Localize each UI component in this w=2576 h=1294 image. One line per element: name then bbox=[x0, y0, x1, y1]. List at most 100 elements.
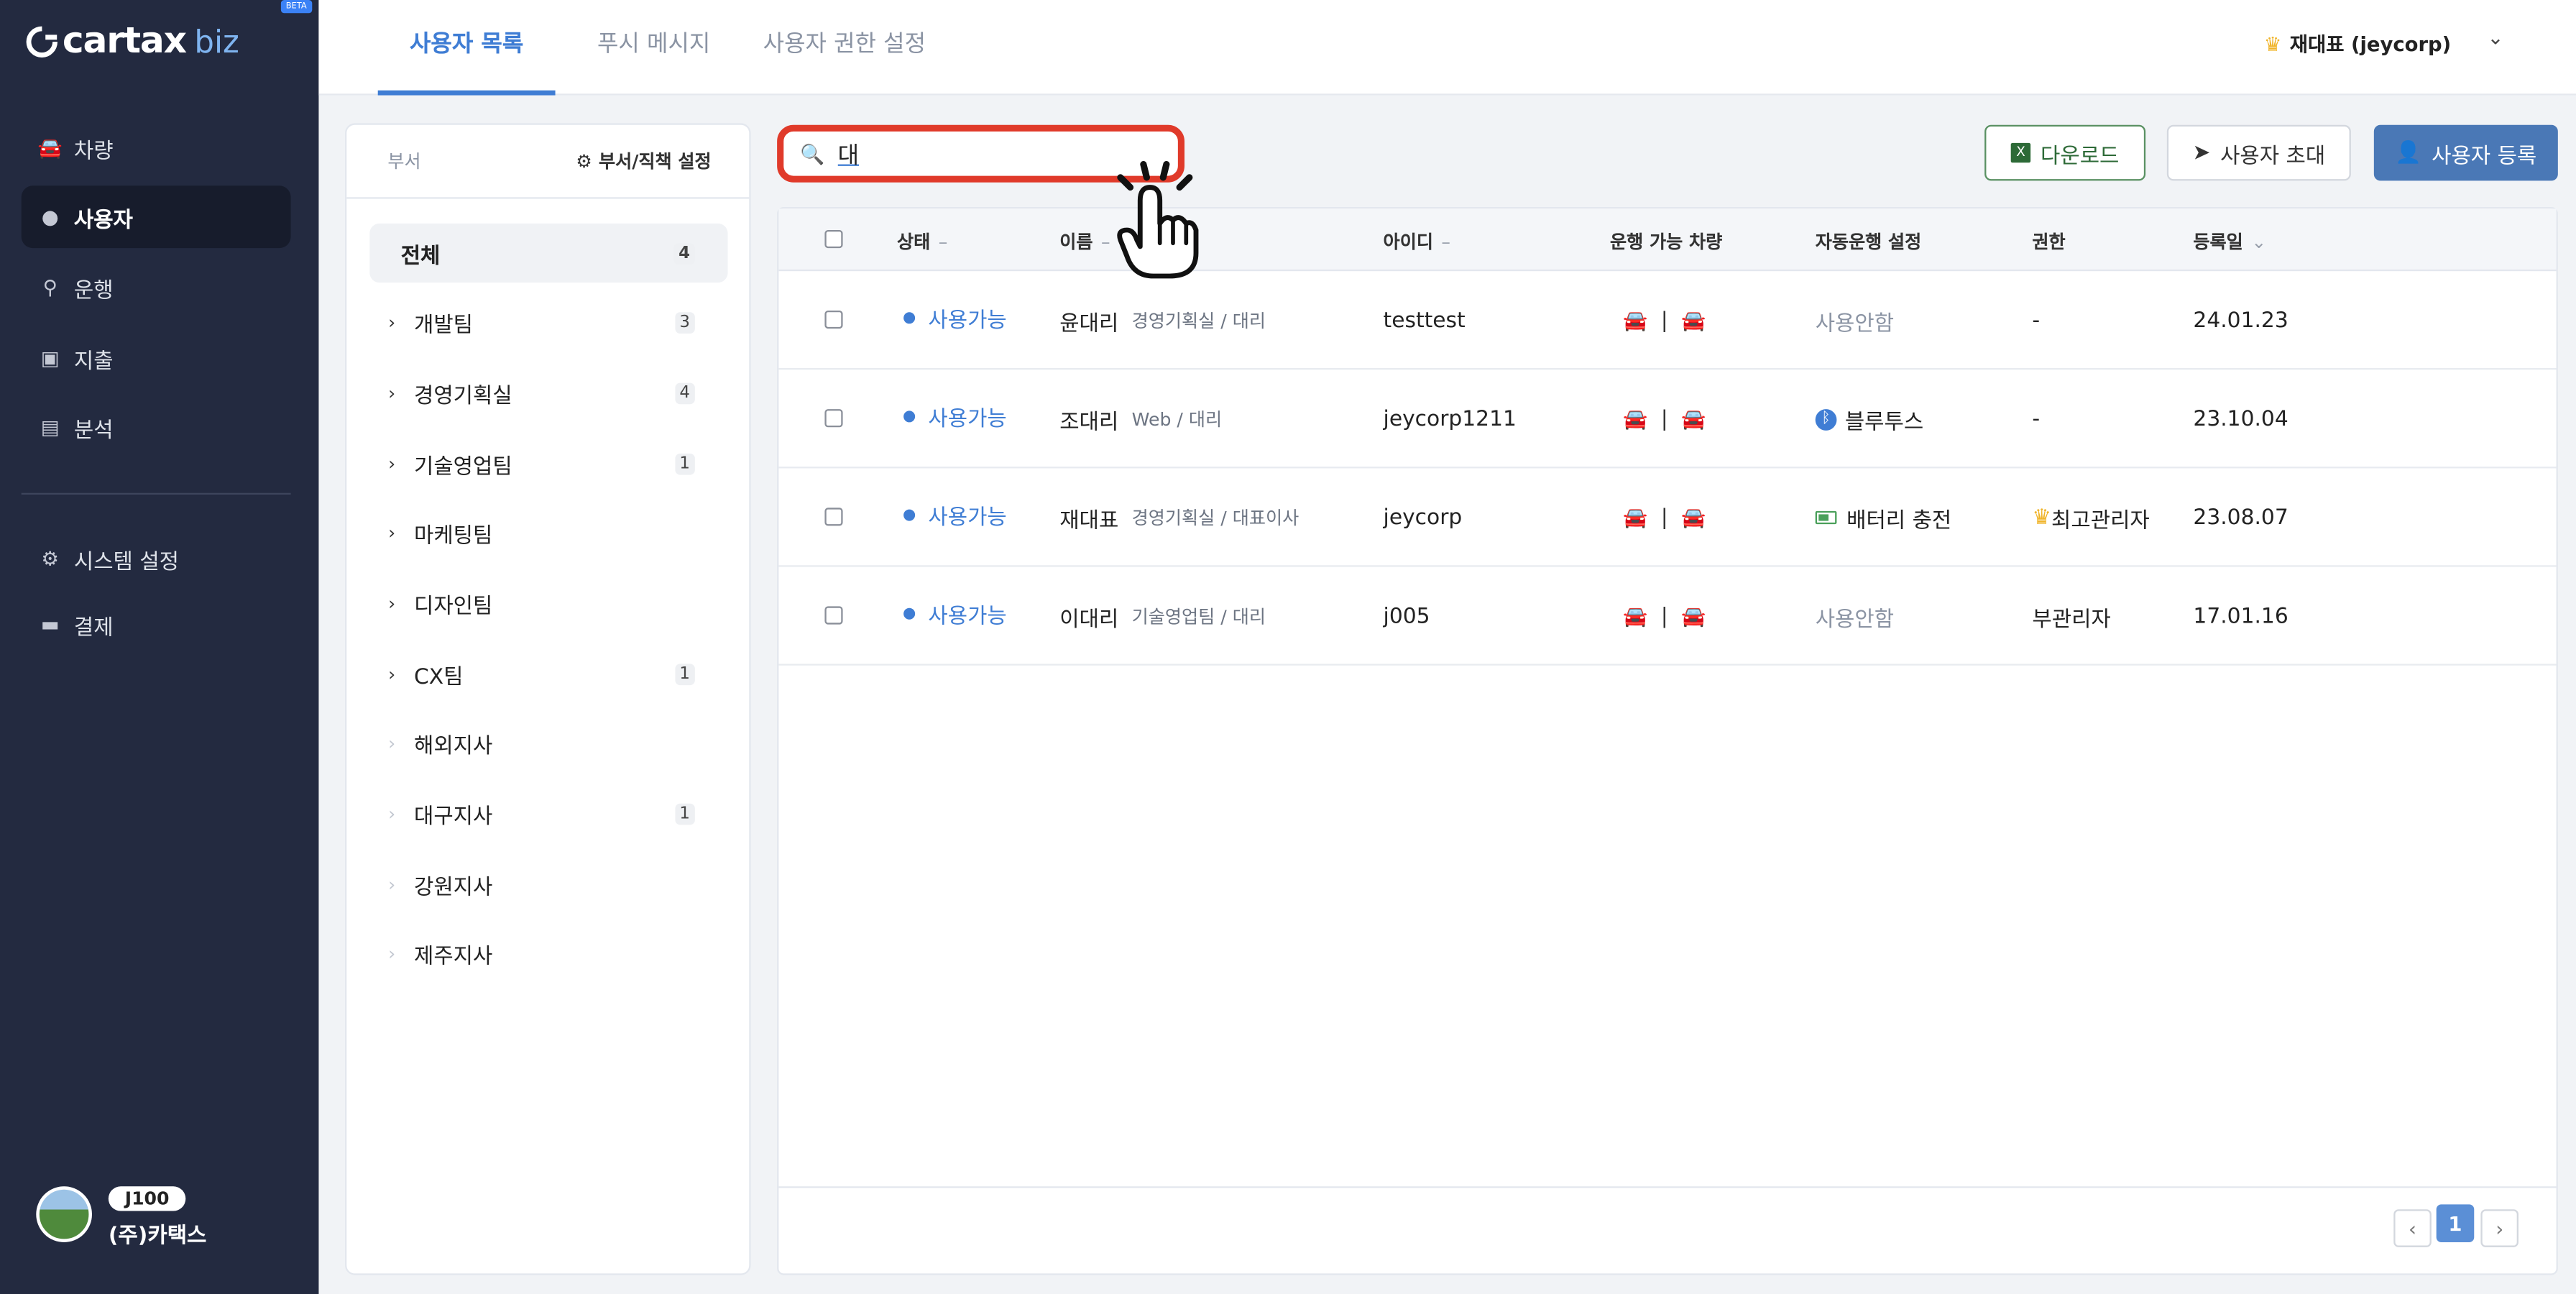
user-name: 이대리 bbox=[1059, 607, 1119, 632]
vehicles-cell: 🚘 | 🚘 bbox=[1623, 308, 1706, 333]
sidebar-item-vehicles[interactable]: 🚘 차량 bbox=[22, 116, 291, 179]
sidebar-item-label: 지출 bbox=[73, 349, 114, 374]
status-text: 사용가능 bbox=[928, 406, 1007, 431]
status-cell: 사용가능 bbox=[903, 367, 1007, 465]
dept-label: 마케팅팀 bbox=[413, 523, 493, 549]
avatar bbox=[36, 1186, 92, 1242]
department-settings-button[interactable]: ⚙ 부서/직책 설정 bbox=[576, 148, 711, 175]
role-cell: ♛ 최고관리자 bbox=[2032, 468, 2149, 566]
status-cell: 사용가능 bbox=[903, 564, 1007, 662]
user-table: 상태 – 이름 – 아이디 – 운행 가능 차량 자동운행 설정 권한 등록일 ⌄ 사용… bbox=[777, 206, 2558, 1275]
user-dept-position: 경영기획실 / 대표이사 bbox=[1131, 508, 1300, 529]
car-icon: 🚘 bbox=[1623, 605, 1648, 628]
search-icon: 🔍 bbox=[800, 142, 825, 165]
row-checkbox[interactable] bbox=[824, 310, 843, 329]
tab-user-list[interactable]: 사용자 목록 bbox=[377, 0, 556, 96]
name-cell: 윤대리 경영기획실 / 대리 bbox=[1059, 271, 1266, 370]
invite-user-button[interactable]: ➤ 사용자 초대 bbox=[2166, 124, 2351, 181]
dept-item[interactable]: › 강원지사 bbox=[369, 855, 727, 914]
chevron-right-icon[interactable]: › bbox=[369, 453, 414, 474]
role-cell: 부관리자 bbox=[2032, 607, 2111, 632]
sidebar-item-label: 사용자 bbox=[73, 208, 133, 233]
dept-item[interactable]: › 경영기획실 4 bbox=[369, 363, 727, 422]
chevron-right-icon[interactable]: › bbox=[369, 663, 414, 684]
row-checkbox[interactable] bbox=[824, 409, 843, 428]
prev-page-button[interactable]: ‹ bbox=[2393, 1209, 2432, 1247]
chevron-right-icon[interactable]: › bbox=[369, 522, 414, 543]
dept-label: 대구지사 bbox=[413, 804, 493, 830]
download-button[interactable]: X 다운로드 bbox=[1984, 124, 2146, 181]
sidebar-item-trips[interactable]: ⚲ 운행 bbox=[22, 257, 291, 319]
sidebar-item-users[interactable]: ● 사용자 bbox=[21, 185, 291, 249]
header-auto-drive: 자동운행 설정 bbox=[1815, 231, 1922, 253]
dept-item[interactable]: › 해외지사 bbox=[369, 713, 727, 772]
crown-icon: ♛ bbox=[2263, 32, 2282, 55]
user-dept-position: 경영기획실 / 대리 bbox=[1131, 310, 1266, 332]
chevron-right-icon: › bbox=[388, 873, 396, 895]
dept-item[interactable]: › 개발팀 3 bbox=[369, 293, 727, 352]
header-label: 상태 bbox=[896, 231, 931, 253]
department-panel: 부서 ⚙ 부서/직책 설정 전체 4 › 개발팀 3 › 경영기획실 4 › 기… bbox=[344, 123, 751, 1275]
auto-drive-text: 배터리 충전 bbox=[1846, 508, 1952, 533]
dept-item[interactable]: › CX팀 1 bbox=[369, 644, 727, 703]
dept-item[interactable]: › 디자인팀 bbox=[369, 574, 727, 633]
status-text: 사용가능 bbox=[928, 603, 1007, 629]
chevron-right-icon[interactable]: › bbox=[369, 311, 414, 333]
auto-drive-cell: ᛒ 블루투스 bbox=[1815, 370, 1923, 468]
table-row[interactable]: 사용가능 조대리 Web / 대리 jeycorp1211 🚘 | 🚘 ᛒ 블루투스 -… bbox=[778, 367, 2557, 469]
chevron-right-icon: › bbox=[388, 942, 396, 964]
dept-item[interactable]: › 기술영업팀 1 bbox=[369, 433, 727, 492]
dept-label: 전체 bbox=[400, 244, 441, 269]
car-icon: 🚘 bbox=[1681, 407, 1706, 431]
sidebar-item-payment[interactable]: ▬ 결제 bbox=[22, 593, 291, 656]
search-input[interactable] bbox=[837, 140, 1085, 167]
crown-icon: ♛ bbox=[2032, 505, 2052, 531]
table-row[interactable]: 사용가능 재대표 경영기획실 / 대표이사 jeycorp 🚘 | 🚘 배터리 충전 … bbox=[778, 468, 2557, 567]
header-date[interactable]: 등록일 ⌄ bbox=[2193, 229, 2266, 255]
tab-permission-settings[interactable]: 사용자 권한 설정 bbox=[759, 0, 930, 96]
chevron-right-icon[interactable]: › bbox=[369, 592, 414, 614]
dept-item-all[interactable]: 전체 4 bbox=[369, 223, 728, 283]
role-text: 최고관리자 bbox=[2051, 508, 2150, 533]
dept-item[interactable]: › 제주지사 bbox=[369, 924, 727, 983]
role-cell: - bbox=[2032, 308, 2041, 333]
user-name: 조대리 bbox=[1059, 410, 1119, 435]
dept-label: 개발팀 bbox=[413, 313, 474, 338]
sort-desc-icon: ⌄ bbox=[2251, 231, 2267, 253]
tab-push-message[interactable]: 푸시 메시지 bbox=[588, 0, 719, 96]
logo-text: cartax bbox=[62, 21, 187, 63]
user-name: 윤대리 bbox=[1059, 311, 1119, 336]
id-cell: testtest bbox=[1383, 308, 1466, 333]
date-cell: 24.01.23 bbox=[2193, 308, 2288, 333]
table-header: 상태 – 이름 – 아이디 – 운행 가능 차량 자동운행 설정 권한 등록일 ⌄ bbox=[778, 208, 2557, 272]
table-row[interactable]: 사용가능 윤대리 경영기획실 / 대리 testtest 🚘 | 🚘 사용안함 - 2… bbox=[778, 271, 2557, 370]
table-row[interactable]: 사용가능 이대리 기술영업팀 / 대리 j005 🚘 | 🚘 사용안함 부관리자 17… bbox=[778, 564, 2557, 666]
dept-count: 4 bbox=[674, 382, 695, 404]
sidebar-item-label: 운행 bbox=[73, 278, 114, 303]
dept-item[interactable]: › 마케팅팀 bbox=[369, 503, 727, 561]
next-page-button[interactable]: › bbox=[2480, 1209, 2518, 1247]
header-id[interactable]: 아이디 – bbox=[1384, 229, 1450, 255]
register-user-button[interactable]: 👤 사용자 등록 bbox=[2373, 124, 2558, 181]
bluetooth-icon: ᛒ bbox=[1815, 408, 1837, 430]
cartax-logo[interactable]: cartax biz bbox=[19, 19, 239, 64]
name-cell: 재대표 경영기획실 / 대표이사 bbox=[1059, 468, 1299, 566]
dept-item[interactable]: › 대구지사 1 bbox=[369, 784, 727, 843]
chevron-down-icon[interactable]: ⌄ bbox=[2488, 27, 2504, 50]
select-all-checkbox[interactable] bbox=[824, 229, 843, 249]
department-title: 부서 bbox=[387, 151, 421, 173]
page-1-button[interactable]: 1 bbox=[2436, 1204, 2475, 1242]
sidebar-item-system-settings[interactable]: ⚙ 시스템 설정 bbox=[22, 528, 291, 590]
role-cell: - bbox=[2032, 406, 2041, 431]
table-footer: ‹ 1 › bbox=[778, 1186, 2557, 1273]
company-profile[interactable]: J100 (주)카택스 bbox=[36, 1180, 206, 1249]
row-checkbox[interactable] bbox=[824, 606, 843, 625]
car-icon: 🚘 bbox=[37, 136, 63, 160]
header-status[interactable]: 상태 – bbox=[897, 229, 947, 255]
row-checkbox[interactable] bbox=[824, 508, 843, 526]
header-name[interactable]: 이름 – bbox=[1059, 229, 1110, 255]
sidebar-item-expenses[interactable]: ▣ 지출 bbox=[22, 327, 291, 390]
sidebar-item-analysis[interactable]: ▤ 분석 bbox=[22, 396, 291, 459]
chevron-right-icon[interactable]: › bbox=[369, 382, 414, 403]
account-menu[interactable]: ♛ 재대표 (jeycorp) bbox=[2264, 29, 2452, 58]
